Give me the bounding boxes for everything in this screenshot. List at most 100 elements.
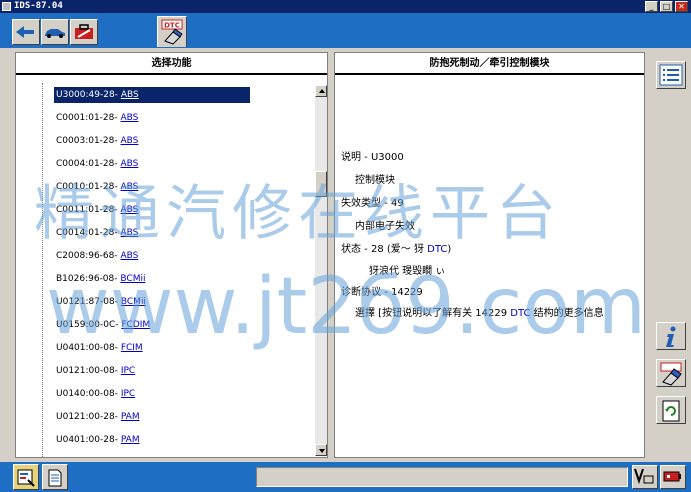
refresh-document-icon [662, 400, 680, 422]
module-link[interactable]: PAM [121, 435, 140, 445]
dtc-list-item[interactable]: B1026:96-08- BCMii [42, 271, 312, 287]
module-link[interactable]: FCDIM [121, 320, 150, 330]
eraser-icon [660, 362, 682, 386]
dtc-label: DTC [164, 22, 180, 30]
vehicle-button[interactable] [41, 19, 69, 45]
scroll-down-icon [319, 449, 325, 453]
toolbox-button[interactable] [70, 19, 98, 45]
dtc-tab-button[interactable]: DTC [157, 16, 187, 47]
dtc-code: C0010:01-28- [56, 182, 118, 192]
module-link[interactable]: BCMii [121, 297, 146, 307]
module-link[interactable]: IPC [121, 389, 135, 399]
module-link[interactable]: ABS [121, 251, 139, 261]
erase-dtc-button[interactable] [656, 359, 686, 387]
dtc-list-item[interactable]: C0011:01-28- ABS [42, 202, 312, 218]
help-text: 選擇 [按钮说明以了解有关 14229 [355, 308, 511, 319]
dtc-code: C0001:01-28- [56, 113, 118, 123]
info-icon [666, 326, 676, 347]
status-text: 状态 - 28 (爱～ 犽 [341, 244, 428, 255]
detail-line: 控制模块 [355, 175, 395, 186]
window-title: IDS-87.04 [14, 1, 63, 11]
dtc-code: U0121:00-28- [56, 412, 118, 422]
module-link[interactable]: ABS [121, 90, 139, 100]
module-link[interactable]: IPC [121, 366, 135, 376]
detail-line: 说明 - U3000 [341, 152, 404, 163]
module-link[interactable]: ABS [121, 182, 139, 192]
voltage-icon [634, 468, 654, 485]
minimize-button[interactable]: _ [645, 1, 658, 12]
toolbox-icon [75, 24, 93, 39]
maximize-button[interactable]: □ [660, 1, 673, 12]
workspace-icon [17, 469, 35, 487]
document-tab[interactable] [42, 464, 68, 490]
function-select-panel: 选择功能 U3000:49-28- ABS C0001:01-28- ABS C… [15, 52, 328, 458]
help-suffix: 结构的更多信息 [530, 308, 604, 319]
vehicle-connect-button[interactable] [12, 19, 40, 45]
dtc-list-item[interactable]: U0121:00-28- PAM [42, 409, 312, 425]
info-button[interactable] [656, 322, 686, 350]
scroll-up-button[interactable] [315, 85, 327, 97]
dtc-code: C0011:01-28- [56, 205, 118, 215]
dtc-link[interactable]: DTC [510, 308, 530, 319]
scroll-thumb[interactable] [315, 171, 327, 197]
dtc-code: U3000:49-28- [56, 90, 118, 100]
battery-indicator [660, 465, 686, 489]
toolbar: DTC [0, 13, 691, 48]
detail-line: 犽浪代 琝毁瞯 ぃ [369, 266, 446, 277]
module-link[interactable]: PAM [121, 412, 140, 422]
list-view-button[interactable] [656, 61, 686, 89]
dtc-list: U3000:49-28- ABS C0001:01-28- ABS C0003:… [16, 83, 314, 457]
app-icon [2, 2, 11, 11]
dtc-code: U0401:00-08- [56, 343, 118, 353]
dtc-code: B1026:96-08- [56, 274, 118, 284]
scroll-down-button[interactable] [315, 444, 327, 456]
detail-line: 状态 - 28 (爱～ 犽 DTC) [341, 240, 451, 255]
scroll-up-icon [319, 89, 325, 93]
module-detail-panel: 防抱死制动／牵引控制模块 说明 - U3000 控制模块 失效类型 - 49 内… [334, 52, 645, 458]
refresh-report-button[interactable] [656, 396, 686, 424]
detail-line: 選擇 [按钮说明以了解有关 14229 DTC 结构的更多信息 [355, 304, 604, 319]
dtc-list-item[interactable]: U0140:00-08- IPC [42, 386, 312, 402]
list-icon [659, 64, 683, 86]
title-bar: IDS-87.04 _ □ ✕ [0, 0, 691, 13]
dtc-list-item[interactable]: U0401:00-28- PAM [42, 432, 312, 448]
workspace-tab[interactable] [13, 464, 39, 490]
dtc-list-item[interactable]: C0014:01-28- ABS [42, 225, 312, 241]
dtc-list-item[interactable]: U3000:49-28- ABS [42, 87, 312, 103]
dtc-code: U0140:00-08- [56, 389, 118, 399]
dtc-code: U0121:00-08- [56, 366, 118, 376]
dtc-list-item[interactable]: U0121:00-08- IPC [42, 363, 312, 379]
dtc-list-item[interactable]: U0159:00-0C- FCDIM [42, 317, 312, 333]
dtc-list-item[interactable]: C0004:01-28- ABS [42, 156, 312, 172]
module-link[interactable]: FCIM [121, 343, 143, 353]
module-link[interactable]: ABS [121, 113, 139, 123]
module-title: 防抱死制动／牵引控制模块 [335, 53, 644, 75]
dtc-code: C2008:96-68- [56, 251, 118, 261]
detail-line: 诊断协议 - 14229 [341, 287, 423, 298]
dtc-list-item[interactable]: C0010:01-28- ABS [42, 179, 312, 195]
module-link[interactable]: ABS [121, 159, 139, 169]
car-icon [45, 29, 65, 38]
dtc-list-item[interactable]: C0003:01-28- ABS [42, 133, 312, 149]
battery-icon [663, 471, 681, 482]
module-link[interactable]: ABS [121, 228, 139, 238]
dtc-list-item[interactable]: U0121:87-08- BCMii [42, 294, 312, 310]
detail-line: 失效类型 - 49 [341, 198, 404, 209]
dtc-list-item[interactable]: C0001:01-28- ABS [42, 110, 312, 126]
dtc-code: U0159:00-0C- [56, 320, 119, 330]
dtc-code: U0121:87-08- [56, 297, 118, 307]
voltage-indicator [632, 465, 658, 489]
list-scrollbar[interactable] [315, 85, 327, 456]
dtc-code: C0014:01-28- [56, 228, 118, 238]
module-link[interactable]: BCMii [120, 274, 145, 284]
dtc-list-item[interactable]: C2008:96-68- ABS [42, 248, 312, 264]
dtc-list-item[interactable]: U0401:00-08- FCIM [42, 340, 312, 356]
dtc-link[interactable]: DTC [427, 244, 447, 255]
module-link[interactable]: ABS [121, 136, 139, 146]
status-message [256, 467, 628, 487]
dtc-eraser-icon: DTC [161, 19, 183, 45]
document-icon [48, 469, 62, 487]
function-panel-title: 选择功能 [16, 53, 327, 75]
close-button[interactable]: ✕ [675, 1, 688, 12]
module-link[interactable]: ABS [121, 205, 139, 215]
